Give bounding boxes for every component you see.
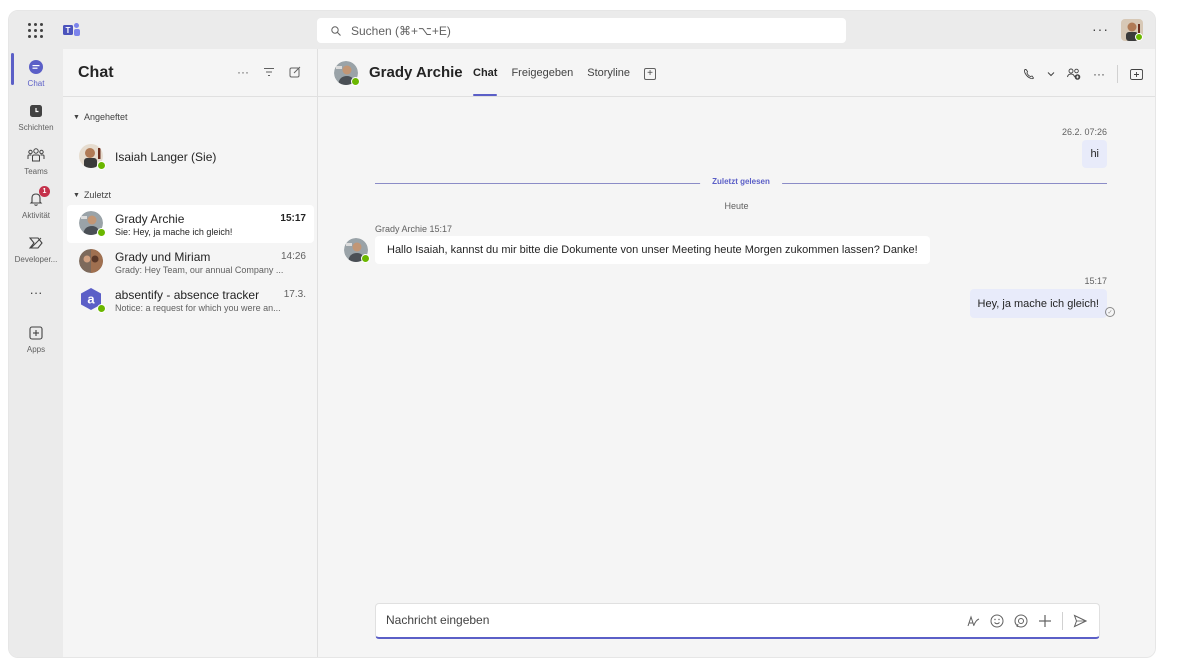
last-read-divider: Zuletzt gelesen	[375, 177, 1107, 186]
title-bar: T Suchen (⌘+⌥+E) ···	[9, 11, 1155, 49]
contact-name[interactable]: Grady Archie	[369, 64, 463, 81]
chat-list-header: Chat ···	[63, 49, 317, 97]
rail-label-developer: Developer...	[14, 255, 58, 264]
group-avatar	[79, 249, 103, 273]
read-receipt-icon: ✓	[1105, 307, 1115, 317]
teams-logo-icon: T	[63, 23, 80, 36]
presence-available-icon	[97, 161, 106, 170]
chat-list-title: Chat	[78, 63, 114, 81]
app-launcher-icon[interactable]	[25, 20, 45, 40]
chat-item-grady[interactable]: Grady Archie 15:17 Sie: Hey, ja mache ic…	[67, 205, 314, 243]
message-input[interactable]	[386, 613, 886, 627]
chat-item-name: Grady und Miriam	[115, 250, 211, 264]
section-pinned-label: Angeheftet	[83, 112, 128, 122]
message-bubble-incoming[interactable]: Hallo Isaiah, kannst du mir bitte die Do…	[375, 236, 930, 264]
svg-text:a: a	[87, 292, 95, 307]
chat-item-time: 17.3.	[283, 289, 306, 300]
format-icon[interactable]	[966, 614, 980, 628]
rail-label-aktivitaet: Aktivität	[21, 211, 50, 220]
apps-icon	[26, 323, 46, 343]
conversation-tabs: Chat Freigegeben Storyline +	[473, 67, 657, 97]
tab-storyline[interactable]: Storyline	[587, 67, 630, 97]
rail-item-developer[interactable]: Developer...	[9, 233, 63, 264]
new-chat-icon[interactable]	[289, 66, 301, 78]
rail-item-schichten[interactable]: Schichten	[9, 101, 63, 132]
collapse-caret-icon: ▼	[73, 191, 80, 199]
header-actions: ···	[1023, 65, 1143, 83]
section-pinned[interactable]: ▼ Angeheftet	[63, 112, 127, 122]
loop-icon[interactable]	[1014, 614, 1028, 628]
presence-available-icon	[361, 254, 370, 263]
day-separator: Heute	[724, 201, 749, 211]
developer-icon	[26, 233, 46, 253]
chevron-down-icon[interactable]	[1047, 71, 1055, 77]
tab-freigegeben[interactable]: Freigegeben	[511, 67, 573, 97]
settings-more-button[interactable]: ···	[1092, 21, 1109, 37]
chat-item-grady-miriam[interactable]: Grady und Miriam 14:26 Grady: Hey Team, …	[67, 243, 314, 281]
message-sender-meta: Grady Archie 15:17	[375, 224, 453, 234]
conversation-pane: Grady Archie Chat Freigegeben Storyline …	[318, 49, 1155, 657]
tab-chat[interactable]: Chat	[473, 67, 498, 97]
chat-item-preview: Notice: a request for which you were an.…	[115, 303, 281, 313]
chat-item-time: 15:17	[280, 213, 306, 224]
collapse-caret-icon: ▼	[73, 113, 80, 121]
conversation-header: Grady Archie Chat Freigegeben Storyline …	[318, 49, 1155, 97]
chat-list-panel: Chat ··· ▼ Angeheftet Isaiah Langer (Sie…	[63, 49, 318, 657]
svg-text:T: T	[66, 26, 71, 35]
presence-available-icon	[97, 228, 106, 237]
profile-avatar[interactable]	[1121, 19, 1143, 41]
app-bar: Chat Schichten Teams 1 Aktivität Develop…	[9, 49, 63, 657]
teams-icon	[26, 145, 46, 165]
attach-plus-icon[interactable]	[1038, 614, 1052, 628]
chat-item-name: Grady Archie	[115, 212, 185, 226]
rail-item-aktivitaet[interactable]: 1 Aktivität	[9, 186, 63, 220]
more-icon: ···	[29, 285, 43, 300]
teams-window: T Suchen (⌘+⌥+E) ··· Chat Schichten Team…	[8, 10, 1156, 658]
emoji-icon[interactable]	[990, 614, 1004, 628]
chat-item-name: absentify - absence tracker	[115, 288, 260, 302]
message-timestamp: 26.2. 07:26	[1061, 127, 1107, 137]
rail-label-chat: Chat	[27, 79, 45, 88]
section-recent-label: Zuletzt	[83, 190, 111, 200]
message-list: 26.2. 07:26 hi Zuletzt gelesen Heute Gra…	[318, 97, 1155, 657]
rail-item-teams[interactable]: Teams	[9, 145, 63, 176]
send-icon[interactable]	[1073, 614, 1087, 628]
chat-item-name: Isaiah Langer (Sie)	[115, 150, 217, 164]
filter-icon[interactable]	[263, 67, 275, 77]
list-more-button[interactable]: ···	[237, 65, 249, 79]
search-placeholder: Suchen (⌘+⌥+E)	[351, 23, 451, 38]
chat-icon	[26, 57, 46, 77]
section-recent[interactable]: ▼ Zuletzt	[63, 190, 111, 200]
rail-item-apps[interactable]: Apps	[9, 323, 63, 354]
chat-item-preview: Grady: Hey Team, our annual Company ...	[115, 265, 284, 275]
rail-label-teams: Teams	[24, 167, 48, 176]
call-icon[interactable]	[1023, 68, 1035, 80]
shifts-icon	[26, 101, 46, 121]
chat-item-preview: Sie: Hey, ja mache ich gleich!	[115, 227, 233, 237]
activity-badge: 1	[39, 186, 50, 197]
presence-available-icon	[97, 304, 106, 313]
chat-item-isaiah[interactable]: Isaiah Langer (Sie)	[67, 138, 314, 176]
divider	[1117, 65, 1118, 83]
add-people-icon[interactable]	[1067, 68, 1081, 80]
rail-label-schichten: Schichten	[18, 123, 54, 132]
rail-label-apps: Apps	[26, 345, 46, 354]
presence-available-icon	[351, 77, 360, 86]
chat-item-absentify[interactable]: a absentify - absence tracker 17.3. Noti…	[67, 281, 314, 319]
bell-icon: 1	[26, 186, 50, 209]
chat-item-time: 14:26	[280, 251, 306, 262]
add-tab-icon[interactable]: +	[644, 68, 657, 80]
popout-icon[interactable]	[1130, 68, 1143, 80]
header-more-button[interactable]: ···	[1093, 67, 1105, 81]
search-icon	[331, 25, 341, 36]
rail-item-more[interactable]: ···	[9, 285, 63, 300]
message-bubble-me[interactable]: hi	[1082, 140, 1107, 168]
search-input[interactable]: Suchen (⌘+⌥+E)	[317, 18, 846, 43]
divider	[1062, 612, 1063, 630]
message-composer[interactable]	[375, 603, 1100, 639]
message-timestamp: 15:17	[1084, 276, 1107, 286]
last-read-label: Zuletzt gelesen	[700, 177, 782, 186]
rail-item-chat[interactable]: Chat	[9, 57, 63, 88]
message-bubble-me[interactable]: Hey, ja mache ich gleich!	[969, 289, 1107, 318]
